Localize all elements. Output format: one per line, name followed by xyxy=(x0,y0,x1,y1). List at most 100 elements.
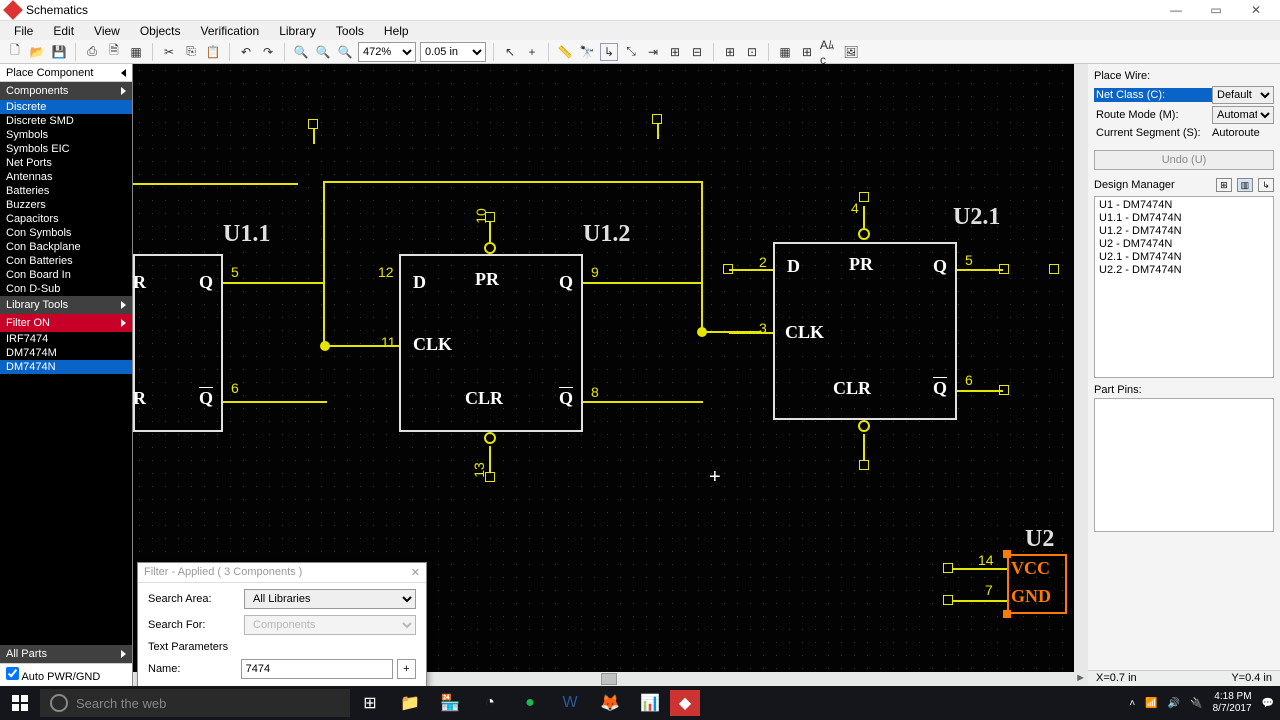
components-header[interactable]: Components xyxy=(0,82,132,100)
undo-icon[interactable]: ↶ xyxy=(237,43,255,61)
taskbar-search[interactable]: Search the web xyxy=(40,689,350,717)
taskbar-app[interactable]: 📊 xyxy=(630,686,670,720)
grid2-icon[interactable]: ⊞ xyxy=(798,43,816,61)
list-item[interactable]: Discrete SMD xyxy=(0,114,132,128)
list-item[interactable]: Con Backplane xyxy=(0,240,132,254)
new-icon[interactable]: 🗋 xyxy=(6,43,24,61)
start-button[interactable] xyxy=(0,686,40,720)
all-parts-header[interactable]: All Parts xyxy=(0,645,132,663)
save-icon[interactable]: 💾 xyxy=(50,43,68,61)
name-input[interactable] xyxy=(241,659,393,679)
taskbar-app[interactable]: 📁 xyxy=(390,686,430,720)
handle[interactable] xyxy=(1003,550,1011,558)
task-view-icon[interactable]: ⊞ xyxy=(350,686,390,720)
route-mode-select[interactable]: Automatic xyxy=(1212,106,1274,124)
step-icon[interactable]: ⇥ xyxy=(644,43,662,61)
zoom-out-icon[interactable]: 🔍 xyxy=(314,43,332,61)
undo-button[interactable]: Undo (U) xyxy=(1094,150,1274,170)
minimize-button[interactable]: — xyxy=(1156,0,1196,20)
close-icon[interactable]: ✕ xyxy=(411,566,420,579)
list-item[interactable]: IRF7474 xyxy=(0,332,132,346)
list-item[interactable]: Con Symbols xyxy=(0,226,132,240)
taskbar-app[interactable]: W xyxy=(550,686,590,720)
search-for-select[interactable]: Components xyxy=(244,615,416,635)
axis-icon[interactable]: ⤡ xyxy=(622,43,640,61)
power-icon[interactable]: 🔌 xyxy=(1190,698,1202,709)
ortho-icon[interactable]: ↳ xyxy=(600,43,618,61)
list-item[interactable]: Con D-Sub xyxy=(0,282,132,296)
taskbar[interactable]: Search the web ⊞ 📁 🏪 ◔ ● W 🦊 📊 ◆ ˄ 📶 🔊 🔌… xyxy=(0,686,1280,720)
ruler-icon[interactable]: 📏 xyxy=(556,43,574,61)
add-param-button[interactable]: + xyxy=(397,659,416,679)
list-item[interactable]: U1 - DM7474N xyxy=(1099,199,1269,212)
cut-icon[interactable]: ✂ xyxy=(160,43,178,61)
list-item[interactable]: Antennas xyxy=(0,170,132,184)
place-component-header[interactable]: Place Component xyxy=(0,64,132,82)
maximize-button[interactable]: ▭ xyxy=(1196,0,1236,20)
menu-objects[interactable]: Objects xyxy=(130,24,191,38)
titleblock-icon[interactable]: ▦ xyxy=(127,43,145,61)
preview-icon[interactable]: 🗎 xyxy=(105,43,123,61)
list-item[interactable]: U1.2 - DM7474N xyxy=(1099,225,1269,238)
menu-file[interactable]: File xyxy=(4,24,43,38)
text-icon[interactable]: Aﾑc xyxy=(820,43,838,61)
design-manager-list[interactable]: U1 - DM7474N U1.1 - DM7474N U1.2 - DM747… xyxy=(1094,196,1274,378)
misc2-icon[interactable]: ⊟ xyxy=(688,43,706,61)
taskbar-app[interactable]: ◔ xyxy=(470,686,510,720)
zoom-in-icon[interactable]: 🔍 xyxy=(292,43,310,61)
list-item[interactable]: Symbols xyxy=(0,128,132,142)
handle[interactable] xyxy=(1003,610,1011,618)
component-list[interactable]: Discrete Discrete SMD Symbols Symbols EI… xyxy=(0,100,132,296)
paste-icon[interactable]: 📋 xyxy=(204,43,222,61)
taskbar-app[interactable]: ● xyxy=(510,686,550,720)
print-icon[interactable]: ⎙ xyxy=(83,43,101,61)
list-item[interactable]: Con Board In xyxy=(0,268,132,282)
image-icon[interactable]: 🖼 xyxy=(842,43,860,61)
list-item[interactable]: Discrete xyxy=(0,100,132,114)
auto-pwr-gnd[interactable]: Auto PWR/GND xyxy=(0,663,132,686)
library-tools-header[interactable]: Library Tools xyxy=(0,296,132,314)
crosshair-icon[interactable]: + xyxy=(523,43,541,61)
list-item[interactable]: Net Ports xyxy=(0,156,132,170)
volume-icon[interactable]: 🔊 xyxy=(1168,698,1180,709)
list-item[interactable]: DM7474M xyxy=(0,346,132,360)
zoom-fit-icon[interactable]: 🔍 xyxy=(336,43,354,61)
grid-icon[interactable]: ▦ xyxy=(776,43,794,61)
taskbar-app[interactable]: 🏪 xyxy=(430,686,470,720)
system-tray[interactable]: ˄ 📶 🔊 🔌 4:18 PM 8/7/2017 💬 xyxy=(1129,686,1280,720)
scrollbar-vertical[interactable] xyxy=(1074,64,1088,672)
clock[interactable]: 4:18 PM 8/7/2017 xyxy=(1213,691,1252,715)
net-class-select[interactable]: Default xyxy=(1212,86,1274,104)
list-item[interactable]: Symbols EIC xyxy=(0,142,132,156)
menu-view[interactable]: View xyxy=(84,24,130,38)
menu-edit[interactable]: Edit xyxy=(43,24,84,38)
dm-view2-icon[interactable]: ▥ xyxy=(1237,178,1253,192)
pins-icon[interactable]: ⊞ xyxy=(721,43,739,61)
redo-icon[interactable]: ↷ xyxy=(259,43,277,61)
list-item[interactable]: DM7474N xyxy=(0,360,132,374)
filter-on-header[interactable]: Filter ON xyxy=(0,314,132,332)
part-pins-box[interactable] xyxy=(1094,398,1274,532)
pointer-icon[interactable]: ↖ xyxy=(501,43,519,61)
list-item[interactable]: Buzzers xyxy=(0,198,132,212)
list-item[interactable]: Batteries xyxy=(0,184,132,198)
zoom-combo[interactable]: 472% xyxy=(358,42,416,62)
menu-library[interactable]: Library xyxy=(269,24,326,38)
close-button[interactable]: ✕ xyxy=(1236,0,1276,20)
misc-icon[interactable]: ⊞ xyxy=(666,43,684,61)
list-item[interactable]: Con Batteries xyxy=(0,254,132,268)
filter-list[interactable]: IRF7474 DM7474M DM7474N xyxy=(0,332,132,645)
list-item[interactable]: U2.1 - DM7474N xyxy=(1099,251,1269,264)
binoculars-icon[interactable]: 🔭 xyxy=(578,43,596,61)
dm-view3-icon[interactable]: ↳ xyxy=(1258,178,1274,192)
auto-pwr-checkbox[interactable] xyxy=(6,667,19,680)
grid-combo[interactable]: 0.05 in xyxy=(420,42,486,62)
notifications-icon[interactable]: 💬 xyxy=(1262,698,1274,709)
parts-icon[interactable]: ⊡ xyxy=(743,43,761,61)
list-item[interactable]: U1.1 - DM7474N xyxy=(1099,212,1269,225)
list-item[interactable]: Capacitors xyxy=(0,212,132,226)
menu-help[interactable]: Help xyxy=(374,24,419,38)
tray-chevron-icon[interactable]: ˄ xyxy=(1129,698,1135,709)
search-area-select[interactable]: All Libraries xyxy=(244,589,416,609)
open-icon[interactable]: 📂 xyxy=(28,43,46,61)
